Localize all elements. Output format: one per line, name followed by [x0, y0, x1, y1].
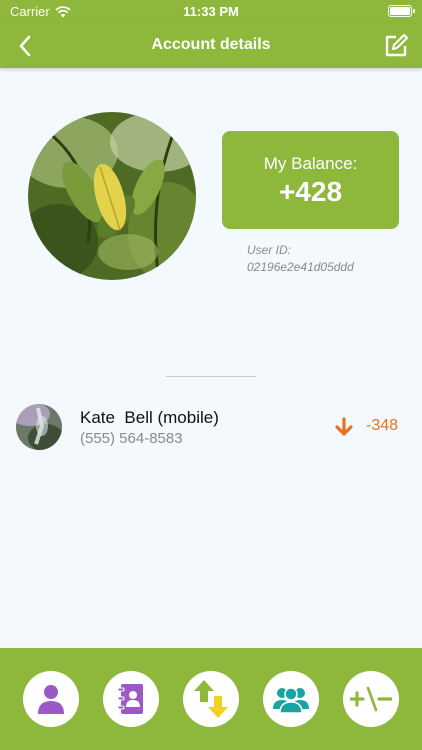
edit-icon[interactable]	[382, 32, 410, 60]
balance-value: +428	[278, 176, 343, 207]
balance-label: My Balance:	[263, 154, 358, 173]
user-id-label: User ID:	[247, 243, 292, 257]
leaf-photo	[28, 112, 196, 280]
tab-adjust[interactable]	[343, 671, 399, 727]
tab-profile[interactable]	[23, 671, 79, 727]
plus-minus-icon	[350, 686, 392, 712]
user-id-value: 02196e2e41d05ddd	[247, 260, 354, 274]
avatar	[16, 404, 62, 450]
transaction-amount: -348	[366, 417, 399, 434]
battery-icon	[388, 5, 415, 17]
transfer-arrows-icon	[194, 680, 228, 718]
list-item[interactable]: Kate Bell (mobile) (555) 564-8583 -348	[0, 398, 422, 458]
user-id: User ID: 02196e2e41d05ddd	[247, 242, 354, 276]
tab-groups[interactable]	[263, 671, 319, 727]
contact-phone: (555) 564-8583	[80, 430, 183, 447]
divider	[166, 376, 256, 377]
page-title: Account details	[151, 36, 271, 53]
tab-contacts[interactable]	[103, 671, 159, 727]
tab-bar	[0, 648, 422, 750]
person-icon	[38, 685, 64, 714]
profile-avatar[interactable]	[28, 112, 196, 280]
navigation-bar: Account details	[0, 24, 422, 68]
address-book-icon	[117, 684, 143, 714]
status-time: 11:33 PM	[183, 4, 239, 19]
group-icon	[273, 687, 309, 713]
contact-photo	[16, 404, 62, 450]
contact-name: Kate Bell (mobile)	[80, 408, 219, 427]
status-bar: Carrier 11:33 PM	[0, 0, 422, 24]
tab-transfer[interactable]	[183, 671, 239, 727]
balance-card: My Balance: +428	[222, 131, 399, 229]
arrow-down-icon	[335, 417, 353, 436]
